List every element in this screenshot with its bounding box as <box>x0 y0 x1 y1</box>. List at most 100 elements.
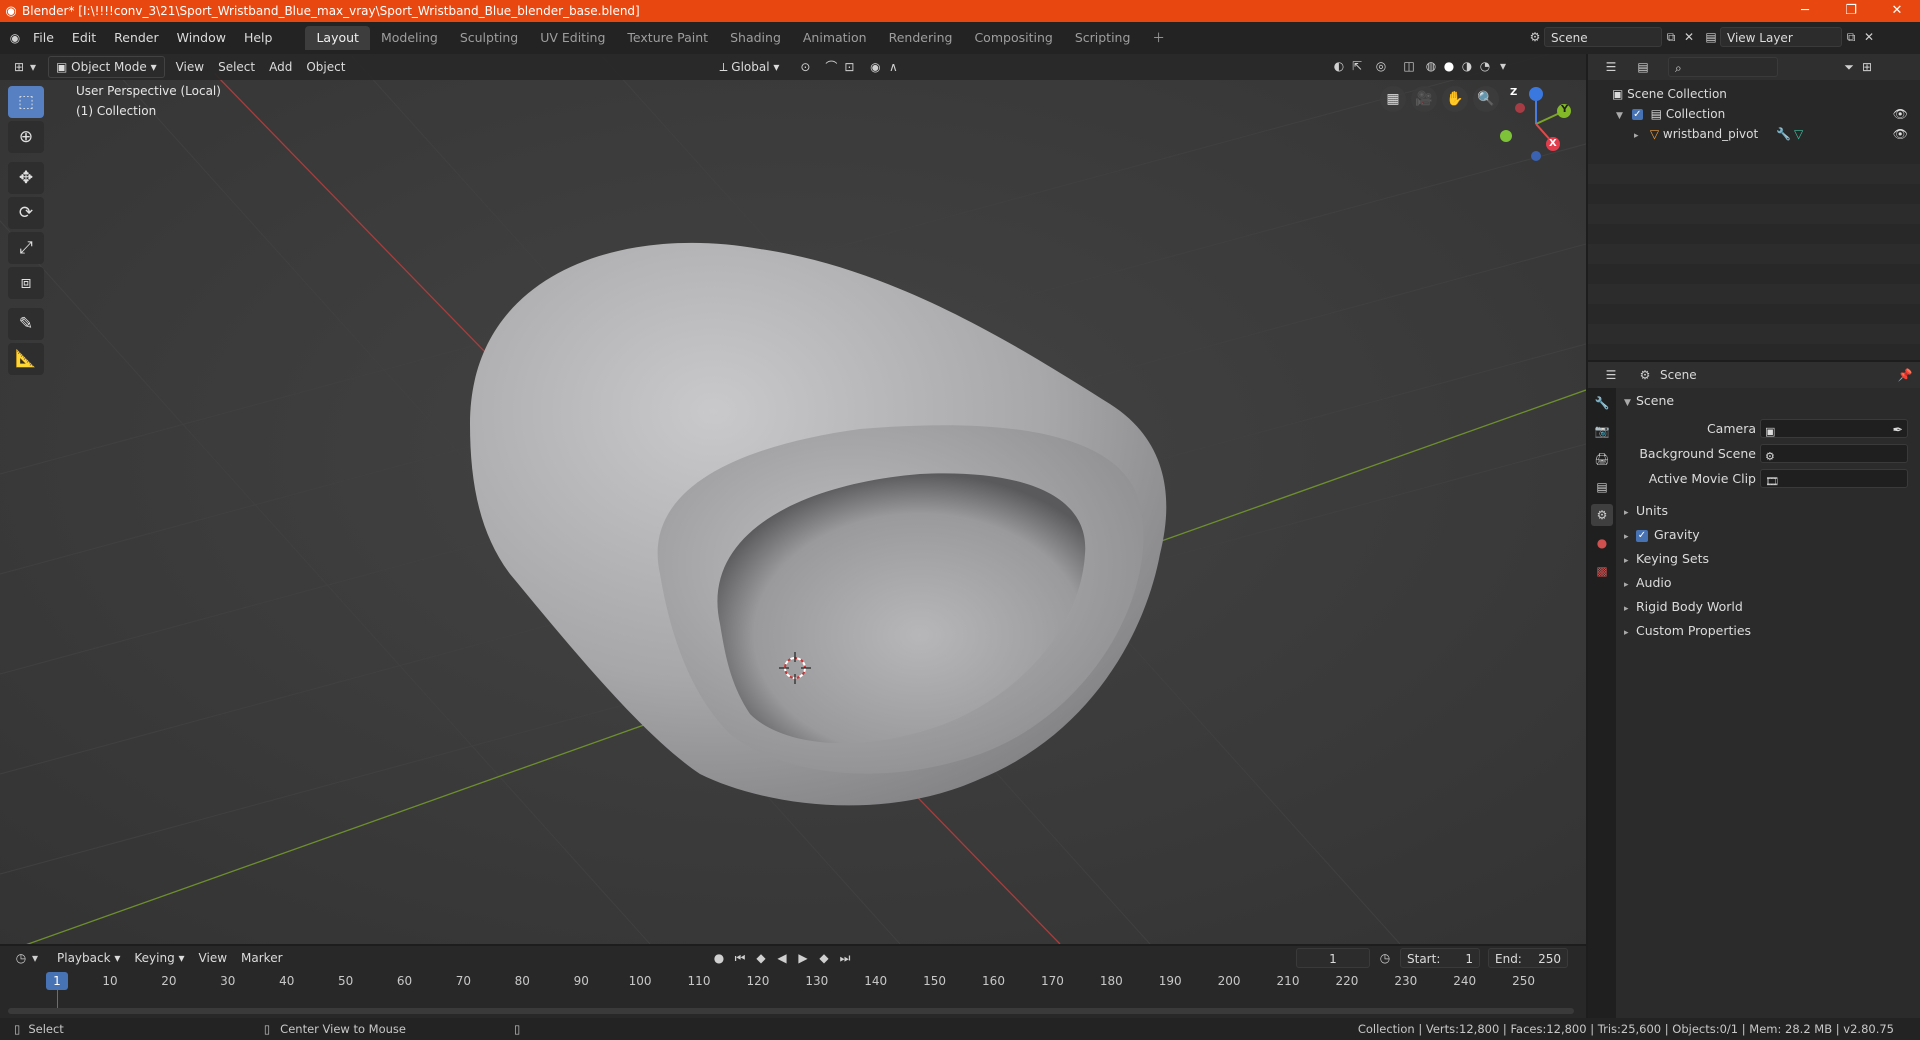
camera-view-icon[interactable]: 🎥 <box>1411 86 1437 112</box>
panel-audio[interactable]: ▸ Audio <box>1624 572 1914 594</box>
outliner-search-input[interactable]: ⌕ <box>1668 57 1778 77</box>
play-icon[interactable]: ▶ <box>794 949 812 967</box>
tab-scripting[interactable]: Scripting <box>1064 26 1142 50</box>
tab-compositing[interactable]: Compositing <box>963 26 1063 50</box>
tab-layout[interactable]: Layout <box>305 26 370 50</box>
tab-animation[interactable]: Animation <box>792 26 878 50</box>
pivot-point-icon[interactable]: ⊙ <box>796 58 814 76</box>
texture-tab-icon[interactable]: ▩ <box>1591 560 1613 582</box>
expand-arrow-icon[interactable]: ▸ <box>1634 126 1646 146</box>
output-tab-icon[interactable]: 🖨 <box>1591 448 1613 470</box>
panel-gravity[interactable]: ▸ ✓ Gravity <box>1624 524 1914 546</box>
outliner-editor-icon[interactable]: ☰ <box>1602 58 1620 76</box>
panel-keying-sets[interactable]: ▸ Keying Sets <box>1624 548 1914 570</box>
move-tool[interactable]: ✥ <box>8 162 44 194</box>
panel-rigid-body-world[interactable]: ▸ Rigid Body World <box>1624 596 1914 618</box>
expand-arrow-icon[interactable]: ▼ <box>1616 106 1628 126</box>
proportional-edit-icon[interactable]: ◉ <box>866 58 884 76</box>
viewport-menu-add[interactable]: Add <box>262 57 299 77</box>
filter-icon[interactable]: ⏷ <box>1840 58 1858 76</box>
scale-tool[interactable]: ⤢ <box>8 232 44 264</box>
timeline-menu-view[interactable]: View <box>192 948 234 968</box>
tab-shading[interactable]: Shading <box>719 26 792 50</box>
play-reverse-icon[interactable]: ◀ <box>773 949 791 967</box>
mesh-data-icon[interactable]: ▽ <box>1794 124 1803 144</box>
transform-tool[interactable]: ⧈ <box>8 267 44 299</box>
chevron-down-icon[interactable]: ▾ <box>28 58 38 76</box>
record-icon[interactable]: ● <box>710 949 728 967</box>
overlays-icon[interactable]: ◎ <box>1372 57 1390 75</box>
pin-icon[interactable]: 📌 <box>1896 366 1914 384</box>
mode-dropdown[interactable]: ▣ Object Mode ▾ <box>48 56 165 78</box>
visibility-icon[interactable]: ◐ <box>1330 57 1348 75</box>
chevron-down-icon[interactable]: ▾ <box>30 949 40 967</box>
frame-ruler[interactable]: 1 10 20 30 40 50 60 70 80 90 100 110 120 130 140 150 16… <box>0 972 1586 1012</box>
viewport-menu-object[interactable]: Object <box>299 57 352 77</box>
wireframe-shading-icon[interactable]: ◍ <box>1422 57 1440 75</box>
collection-checkbox[interactable]: ✓ <box>1631 109 1643 120</box>
timeline-editor-icon[interactable]: ◷ <box>12 949 30 967</box>
end-frame-field[interactable]: End: 250 <box>1488 948 1568 968</box>
3d-viewport[interactable]: Z Y X ⊞ ▾ ▣ Object Mode ▾ View Select Ad… <box>0 54 1586 944</box>
xray-icon[interactable]: ◫ <box>1400 57 1418 75</box>
tool-tab-icon[interactable]: 🔧 <box>1591 392 1613 414</box>
snap-icon[interactable]: ⌒ <box>822 58 840 76</box>
prev-keyframe-icon[interactable]: ◆ <box>752 949 770 967</box>
timeline-menu-playback[interactable]: Playback ▾ <box>50 948 127 968</box>
material-shading-icon[interactable]: ◑ <box>1458 57 1476 75</box>
viewport-menu-view[interactable]: View <box>169 57 211 77</box>
remove-view-layer-icon[interactable]: ✕ <box>1860 28 1878 46</box>
tab-uv-editing[interactable]: UV Editing <box>529 26 616 50</box>
view-layer-field[interactable]: View Layer <box>1720 27 1842 47</box>
eye-icon[interactable]: 👁 <box>1893 124 1908 144</box>
menu-file[interactable]: File <box>24 27 63 49</box>
next-keyframe-icon[interactable]: ◆ <box>815 949 833 967</box>
snap-target-icon[interactable]: ⊡ <box>840 58 858 76</box>
outliner-row-scene-collection[interactable]: ▣ Scene Collection <box>1588 84 1920 104</box>
scene-field[interactable]: Scene <box>1544 27 1662 47</box>
background-scene-field[interactable]: ⚙ <box>1760 444 1908 463</box>
remove-scene-icon[interactable]: ✕ <box>1680 28 1698 46</box>
current-frame-marker[interactable]: 1 <box>46 972 68 990</box>
measure-tool[interactable]: 📐 <box>8 343 44 375</box>
view-layer-icon[interactable]: ▤ <box>1702 28 1720 46</box>
panel-custom-properties[interactable]: ▸ Custom Properties <box>1624 620 1914 642</box>
properties-editor-icon[interactable]: ☰ <box>1602 366 1620 384</box>
scene-selector-icon[interactable]: ⚙ <box>1526 28 1544 46</box>
chevron-down-icon[interactable]: ▾ <box>1494 57 1512 75</box>
camera-field[interactable]: ▣ ✒ <box>1760 419 1908 438</box>
menu-render[interactable]: Render <box>105 27 168 49</box>
tab-modeling[interactable]: Modeling <box>370 26 449 50</box>
scene-tab-icon[interactable]: ⚙ <box>1591 504 1613 526</box>
clock-icon[interactable]: ◷ <box>1376 949 1394 967</box>
close-icon[interactable]: ✕ <box>1874 0 1920 22</box>
new-collection-icon[interactable]: ⊞ <box>1858 58 1876 76</box>
jump-start-icon[interactable]: ⏮ <box>731 949 749 967</box>
view-layer-tab-icon[interactable]: ▤ <box>1591 476 1613 498</box>
menu-window[interactable]: Window <box>168 27 235 49</box>
falloff-icon[interactable]: ∧ <box>884 58 902 76</box>
active-movie-clip-field[interactable]: 🎞 <box>1760 469 1908 488</box>
new-scene-icon[interactable]: ⧉ <box>1662 28 1680 46</box>
gravity-checkbox[interactable]: ✓ <box>1636 529 1648 542</box>
pan-hand-icon[interactable]: ✋ <box>1442 86 1468 112</box>
restore-icon[interactable]: ❐ <box>1828 0 1874 22</box>
display-mode-icon[interactable]: ▤ <box>1634 58 1652 76</box>
timeline-menu-keying[interactable]: Keying ▾ <box>127 948 191 968</box>
select-box-tool[interactable]: ⬚ <box>8 86 44 118</box>
tab-rendering[interactable]: Rendering <box>878 26 964 50</box>
menu-edit[interactable]: Edit <box>63 27 105 49</box>
new-view-layer-icon[interactable]: ⧉ <box>1842 28 1860 46</box>
blender-menu-icon[interactable]: ◉ <box>6 29 24 47</box>
annotate-tool[interactable]: ✎ <box>8 308 44 340</box>
world-tab-icon[interactable]: ● <box>1591 532 1613 554</box>
add-workspace-icon[interactable]: ＋ <box>1141 26 1176 50</box>
timeline-menu-marker[interactable]: Marker <box>234 948 289 968</box>
modifier-icon[interactable]: 🔧 <box>1776 124 1791 144</box>
rotate-tool[interactable]: ⟳ <box>8 197 44 229</box>
outliner-row-collection[interactable]: ▼ ✓ ▤ Collection 👁 <box>1588 104 1920 124</box>
eyedropper-icon[interactable]: ✒ <box>1893 419 1903 441</box>
scene-panel-header[interactable]: ▼ Scene <box>1624 390 1914 412</box>
rendered-shading-icon[interactable]: ◔ <box>1476 57 1494 75</box>
timeline-scrollbar[interactable] <box>8 1008 1574 1014</box>
